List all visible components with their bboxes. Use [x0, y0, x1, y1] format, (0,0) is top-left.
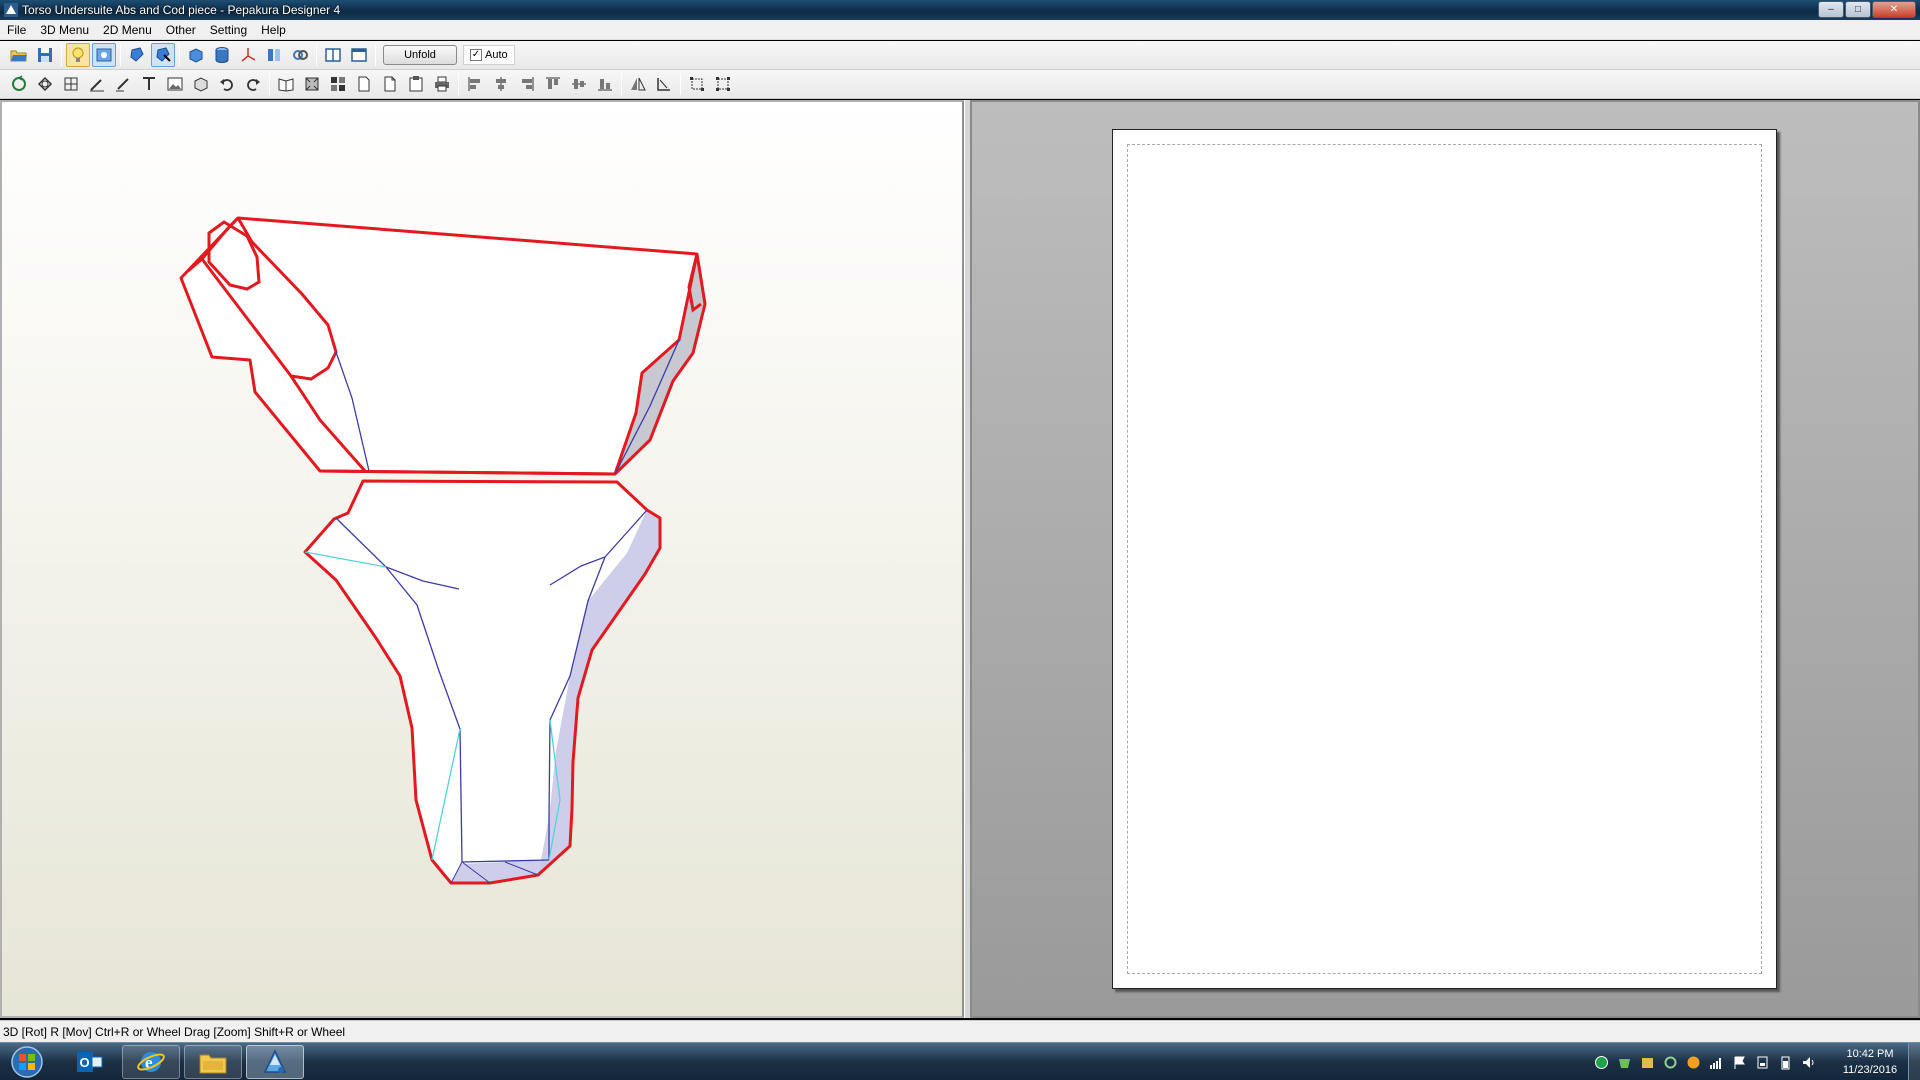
clock[interactable]: 10:42 PM 11/23/2016 — [1830, 1046, 1910, 1078]
battery-icon[interactable] — [1778, 1055, 1793, 1070]
paper-sheet[interactable] — [1112, 129, 1777, 989]
maximize-button[interactable]: □ — [1845, 1, 1871, 18]
file-explorer-icon[interactable] — [184, 1045, 242, 1079]
taskbar: O e 10:42 PM 11/23/2016 — [0, 1042, 1920, 1080]
pepakura-icon[interactable] — [246, 1045, 304, 1079]
sync-icon[interactable] — [1663, 1055, 1678, 1070]
upper-torso-piece[interactable] — [179, 216, 707, 476]
package-icon[interactable] — [1640, 1055, 1655, 1070]
clock-time: 10:42 PM — [1846, 1048, 1894, 1060]
status-bar: 3D [Rot] R [Mov] Ctrl+R or Wheel Drag [Z… — [0, 1020, 1920, 1042]
print-margin — [1127, 144, 1762, 974]
abs-cod-piece[interactable] — [303, 479, 662, 885]
svg-text:O: O — [80, 1055, 90, 1070]
minimize-button[interactable]: – — [1818, 1, 1844, 18]
windows-start-icon — [11, 1046, 43, 1078]
start-button[interactable] — [6, 1045, 48, 1079]
remove-hardware-icon[interactable] — [1755, 1055, 1770, 1070]
action-center-flag-icon[interactable] — [1732, 1055, 1747, 1070]
update-icon[interactable] — [1686, 1055, 1701, 1070]
network-status-icon[interactable] — [1594, 1055, 1609, 1070]
3d-model[interactable] — [0, 0, 964, 1018]
volume-icon[interactable] — [1801, 1055, 1816, 1070]
show-desktop-button[interactable] — [1908, 1043, 1920, 1080]
outlook-icon[interactable]: O — [60, 1045, 118, 1079]
system-tray — [1594, 1043, 1816, 1080]
clock-date: 11/23/2016 — [1842, 1064, 1898, 1076]
internet-explorer-icon[interactable]: e — [122, 1045, 180, 1079]
security-icon[interactable] — [1617, 1055, 1632, 1070]
close-button[interactable]: ✕ — [1872, 1, 1916, 18]
wifi-signal-icon[interactable] — [1709, 1055, 1724, 1070]
